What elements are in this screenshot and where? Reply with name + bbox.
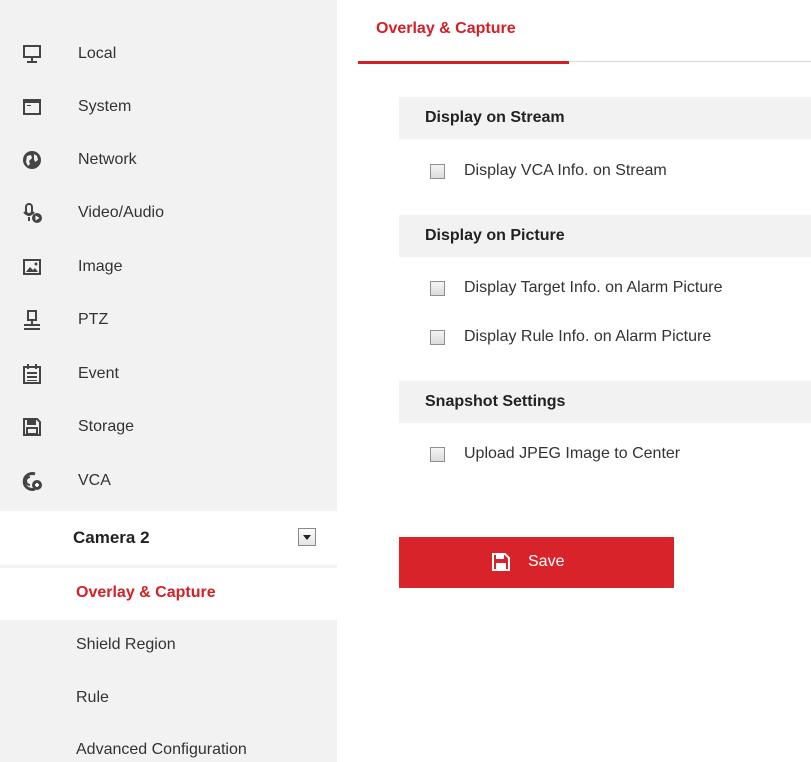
save-button[interactable]: Save [399, 537, 674, 588]
globe-icon [21, 149, 43, 171]
sidebar-item-label: Local [78, 44, 117, 62]
sidebar-item-label: Storage [78, 417, 135, 435]
sidebar-item-label: Video/Audio [78, 203, 164, 221]
sidebar-item-image[interactable]: Image [0, 240, 337, 293]
sidebar-item-label: Network [78, 150, 137, 168]
sidebar-subitem-label: Rule [76, 689, 109, 706]
sidebar-item-video-audio[interactable]: Video/Audio [0, 186, 337, 239]
sidebar-subitem-label: Shield Region [76, 636, 176, 653]
sidebar-subitem-shield-region[interactable]: Shield Region [0, 620, 337, 672]
sidebar-subitem-label: Advanced Configuration [76, 741, 247, 758]
sidebar-item-local[interactable]: Local [0, 27, 337, 80]
camera-label: Camera 2 [73, 528, 150, 547]
section-header-snapshot-settings: Snapshot Settings [399, 381, 811, 423]
sidebar-subitem-label: Overlay & Capture [76, 584, 216, 601]
section-title: Display on Picture [425, 227, 565, 244]
camera-dropdown-button[interactable] [298, 528, 316, 546]
checkbox-label: Display VCA Info. on Stream [464, 162, 667, 179]
section-title: Display on Stream [425, 109, 565, 126]
camera-selector[interactable]: Camera 2 [0, 511, 337, 565]
sidebar-subitem-rule[interactable]: Rule [0, 673, 337, 725]
option-display-target-info[interactable]: Display Target Info. on Alarm Picture [430, 277, 723, 299]
window-icon [21, 96, 43, 118]
ptz-icon [21, 309, 43, 331]
save-button-label: Save [528, 553, 565, 570]
option-upload-jpeg[interactable]: Upload JPEG Image to Center [430, 443, 680, 465]
calendar-icon [21, 363, 43, 385]
floppy-icon [21, 416, 43, 438]
mic-camera-icon [21, 202, 43, 224]
sidebar-item-network[interactable]: Network [0, 133, 337, 186]
checkbox[interactable] [430, 280, 445, 296]
option-display-vca-info-on-stream[interactable]: Display VCA Info. on Stream [430, 160, 667, 182]
sidebar-item-label: System [78, 97, 132, 115]
sidebar-item-ptz[interactable]: PTZ [0, 293, 337, 346]
sidebar-subitem-overlay-capture[interactable]: Overlay & Capture [0, 568, 337, 620]
tab-overlay-capture[interactable]: Overlay & Capture [358, 0, 569, 64]
monitor-icon [21, 43, 43, 65]
checkbox-label: Display Target Info. on Alarm Picture [464, 279, 723, 296]
vca-icon [21, 470, 43, 492]
floppy-icon [492, 553, 510, 571]
sidebar-item-label: Event [78, 364, 119, 382]
checkbox-label: Upload JPEG Image to Center [464, 445, 681, 462]
checkbox[interactable] [430, 163, 445, 179]
chevron-down-icon [303, 534, 311, 540]
tab-active-indicator [358, 61, 569, 64]
checkbox[interactable] [430, 446, 445, 462]
sidebar-item-vca[interactable]: VCA [0, 454, 337, 507]
sidebar-item-storage[interactable]: Storage [0, 400, 337, 453]
sidebar-item-system[interactable]: System [0, 80, 337, 133]
sidebar-item-event[interactable]: Event [0, 347, 337, 400]
sidebar-item-label: PTZ [78, 310, 109, 328]
sidebar-item-label: VCA [78, 471, 111, 489]
sidebar-subitem-advanced-configuration[interactable]: Advanced Configuration [0, 725, 337, 762]
section-title: Snapshot Settings [425, 393, 566, 410]
sidebar: Local System Network Video/Audio Image P… [0, 0, 337, 762]
option-display-rule-info[interactable]: Display Rule Info. on Alarm Picture [430, 326, 711, 348]
tab-bar: Overlay & Capture [358, 0, 811, 64]
section-header-display-on-picture: Display on Picture [399, 215, 811, 257]
section-header-display-on-stream: Display on Stream [399, 97, 811, 139]
image-icon [21, 256, 43, 278]
checkbox[interactable] [430, 329, 445, 345]
tab-label: Overlay & Capture [376, 20, 516, 37]
checkbox-label: Display Rule Info. on Alarm Picture [464, 328, 712, 345]
sidebar-item-label: Image [78, 257, 123, 275]
